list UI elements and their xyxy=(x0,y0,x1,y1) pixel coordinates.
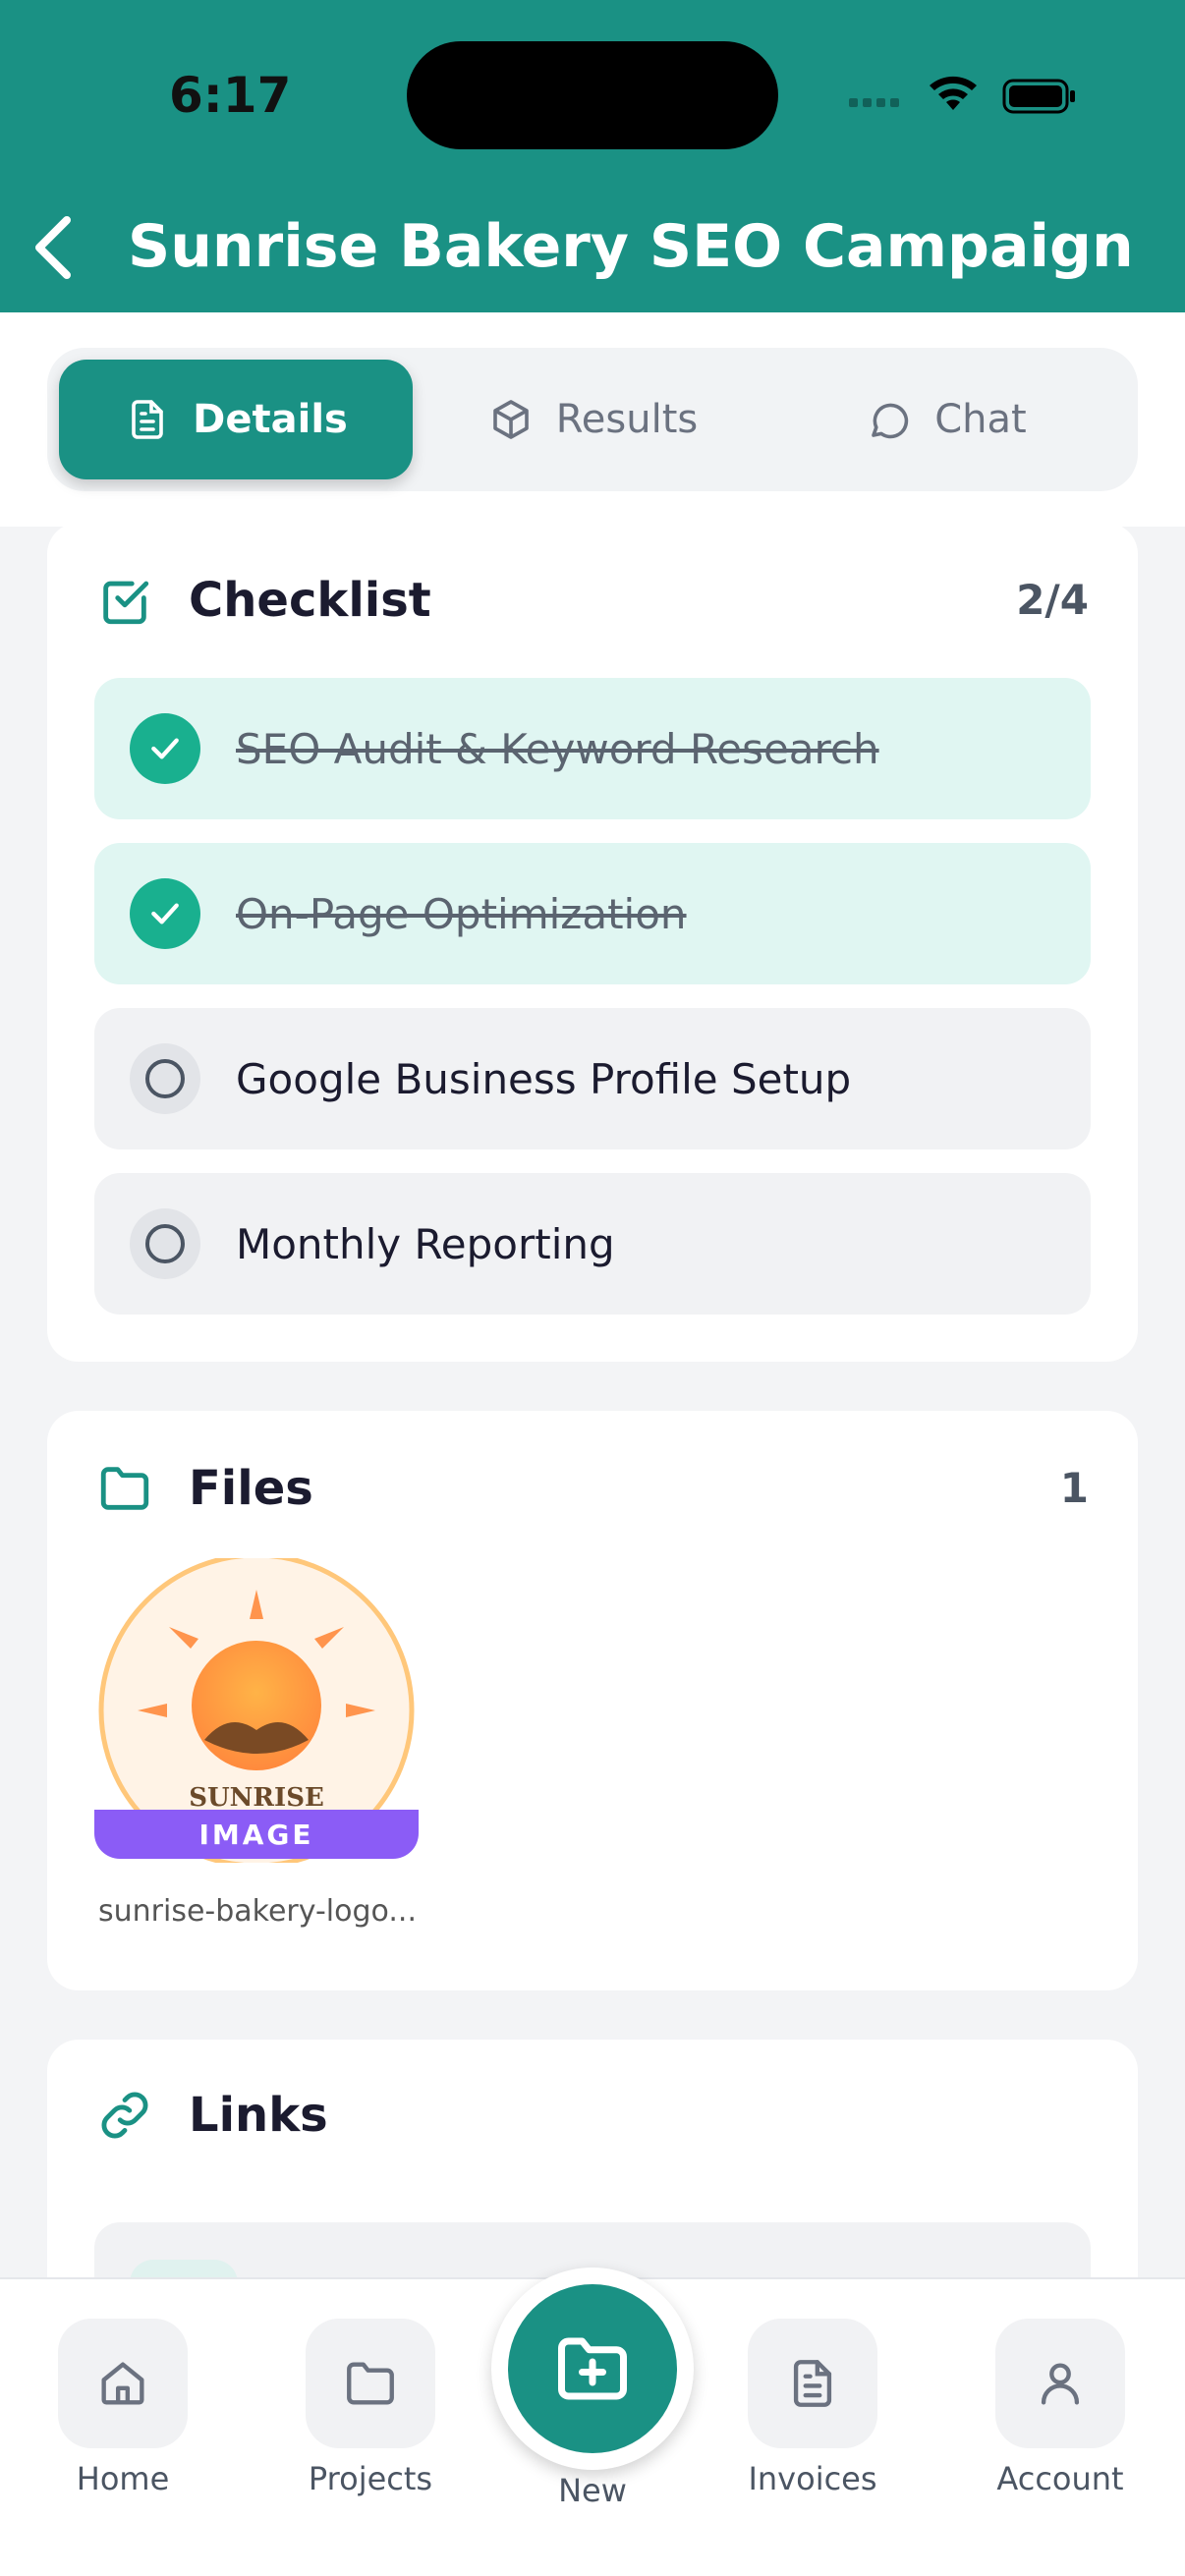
checklist-item[interactable]: Google Business Profile Setup xyxy=(94,1008,1091,1149)
bottom-nav: Home Projects New Invoices Account xyxy=(0,2268,1185,2576)
dynamic-island xyxy=(407,41,778,149)
checklist-header: Checklist xyxy=(96,572,431,629)
checked-icon[interactable] xyxy=(130,878,200,949)
tab-details-label: Details xyxy=(193,397,348,442)
file-name[interactable]: sunrise-bakery-logo... xyxy=(98,1894,417,1929)
nav-projects-label: Projects xyxy=(308,2460,433,2497)
checklist-item-label: Google Business Profile Setup xyxy=(236,1054,852,1103)
file-type-badge: IMAGE xyxy=(94,1810,419,1859)
page-title: Sunrise Bakery SEO Campaign xyxy=(128,212,1134,281)
battery-icon xyxy=(1002,79,1075,114)
checklist-title: Checklist xyxy=(189,573,431,628)
folder-icon xyxy=(100,1467,149,1510)
checklist-item-label: On-Page Optimization xyxy=(236,889,687,938)
user-icon xyxy=(1041,2363,1080,2405)
folder-plus-icon xyxy=(558,2337,627,2400)
checklist-count: 2/4 xyxy=(1016,576,1089,624)
files-count: 1 xyxy=(1059,1464,1089,1512)
file-thumbnail[interactable]: SUNRISE IMAGE xyxy=(94,1552,419,1869)
checklist-item[interactable]: Monthly Reporting xyxy=(94,1173,1091,1315)
links-header: Links xyxy=(96,2087,328,2144)
tab-results-label: Results xyxy=(555,397,699,442)
folder-icon xyxy=(347,2362,394,2405)
nav-projects[interactable]: Projects xyxy=(262,2319,479,2497)
status-time: 6:17 xyxy=(169,67,292,124)
nav-home-label: Home xyxy=(76,2460,170,2497)
checklist-card: Checklist 2/4 SEO Audit & Keyword Resear… xyxy=(47,523,1138,1362)
nav-invoices[interactable]: Invoices xyxy=(705,2319,921,2497)
nav-home[interactable]: Home xyxy=(15,2319,231,2497)
chat-bubble-icon xyxy=(872,403,909,439)
tab-chat-label: Chat xyxy=(934,397,1027,442)
unchecked-circle-icon[interactable] xyxy=(130,1043,200,1114)
links-title: Links xyxy=(189,2088,328,2143)
checklist-item-label: SEO Audit & Keyword Research xyxy=(236,724,879,773)
app-header: 6:17 Sunrise Bakery SEO Campaign xyxy=(0,0,1185,312)
files-header: Files xyxy=(96,1460,313,1517)
status-icons xyxy=(847,71,1083,120)
wifi-icon xyxy=(930,76,977,110)
signal-icon xyxy=(849,98,899,107)
home-icon xyxy=(101,2362,144,2405)
tab-results[interactable]: Results xyxy=(430,360,755,479)
tab-bar: Details Results Chat xyxy=(47,348,1138,491)
tab-chat[interactable]: Chat xyxy=(774,360,1118,479)
checkbox-icon xyxy=(103,581,149,625)
unchecked-circle-icon[interactable] xyxy=(130,1208,200,1279)
logo-text: SUNRISE xyxy=(189,1783,324,1813)
checklist-item[interactable]: On-Page Optimization xyxy=(94,843,1091,984)
invoice-icon xyxy=(793,2360,832,2407)
new-project-button[interactable] xyxy=(491,2268,694,2470)
nav-account-label: Account xyxy=(996,2460,1124,2497)
nav-invoices-label: Invoices xyxy=(748,2460,877,2497)
tab-details[interactable]: Details xyxy=(59,360,413,479)
checklist-item-label: Monthly Reporting xyxy=(236,1219,615,1268)
nav-new-label: New xyxy=(558,2472,627,2509)
cube-icon xyxy=(492,400,529,439)
chevron-left-icon xyxy=(35,216,71,279)
link-icon xyxy=(101,2092,148,2139)
nav-account[interactable]: Account xyxy=(952,2319,1168,2497)
files-title: Files xyxy=(189,1461,313,1516)
checked-icon[interactable] xyxy=(130,713,200,784)
document-icon xyxy=(132,400,163,439)
checklist-item[interactable]: SEO Audit & Keyword Research xyxy=(94,678,1091,819)
back-button[interactable] xyxy=(20,208,88,287)
files-card: Files 1 SUNRISE IMAGE sunrise-bakery-log… xyxy=(47,1411,1138,1990)
